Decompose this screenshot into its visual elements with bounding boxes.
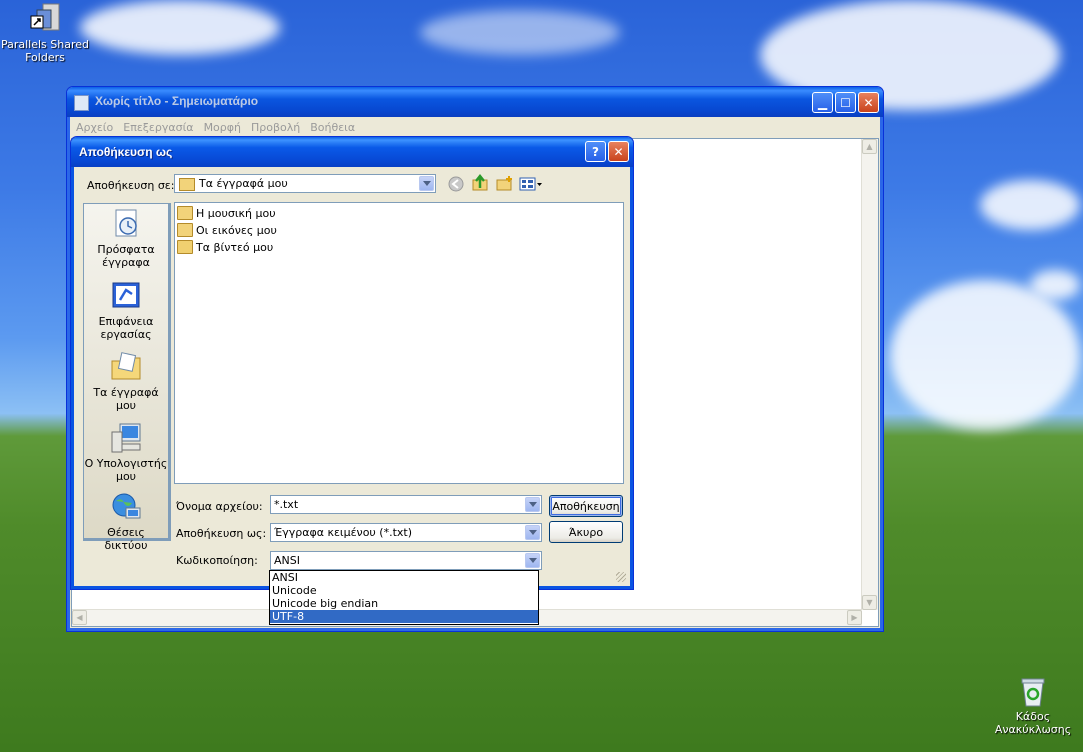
maximize-icon: ☐	[840, 95, 851, 110]
videos-folder-icon	[177, 240, 193, 254]
chevron-down-icon[interactable]	[525, 497, 540, 512]
list-item[interactable]: Η μουσική μου	[177, 205, 276, 221]
music-folder-icon	[177, 206, 193, 220]
dialog-close-button[interactable]: ✕	[608, 141, 629, 162]
filename-input[interactable]: *.txt	[270, 495, 542, 514]
notepad-menubar: Αρχείο Επεξεργασία Μορφή Προβολή Βοήθεια	[71, 117, 879, 137]
resize-grip-icon[interactable]	[616, 572, 626, 582]
shared-folders-icon	[29, 2, 61, 36]
folder-icon	[179, 178, 195, 191]
network-places-icon	[110, 491, 142, 523]
cancel-button[interactable]: Άκυρο	[549, 521, 623, 543]
chevron-down-icon[interactable]	[525, 525, 540, 540]
list-item[interactable]: Τα βίντεό μου	[177, 239, 273, 255]
scroll-down-arrow-icon[interactable]: ▼	[862, 595, 877, 610]
notepad-icon	[74, 95, 89, 111]
desktop-icon	[110, 280, 142, 312]
recent-documents-icon	[110, 208, 142, 240]
file-list[interactable]: Η μουσική μου Οι εικόνες μου Τα βίντεό μ…	[174, 202, 624, 484]
menu-file[interactable]: Αρχείο	[71, 121, 118, 134]
dialog-title: Αποθήκευση ως	[79, 145, 173, 159]
places-bar: Πρόσφατα έγγραφα Επιφάνεια εργασίας Τα έ…	[83, 203, 171, 552]
new-folder-icon[interactable]	[495, 174, 513, 192]
help-icon: ?	[592, 144, 599, 159]
close-button[interactable]: ✕	[858, 92, 879, 113]
close-icon: ✕	[863, 95, 874, 110]
save-type-label: Αποθήκευση ως:	[176, 527, 267, 540]
chevron-down-icon[interactable]	[419, 176, 434, 191]
notepad-title: Χωρίς τίτλο - Σημειωματάριο	[95, 94, 259, 108]
encoding-option-utf8[interactable]: UTF-8	[270, 610, 538, 623]
place-my-computer[interactable]: Ο Υπολογιστής μου	[84, 422, 168, 483]
minimize-button[interactable]: ▁	[812, 92, 833, 113]
recycle-bin-icon	[1017, 676, 1049, 708]
save-in-label: Αποθήκευση σε:	[87, 179, 175, 192]
notepad-titlebar[interactable]: Χωρίς τίτλο - Σημειωματάριο ▁ ☐ ✕	[67, 87, 883, 117]
encoding-select[interactable]: ANSI	[270, 551, 542, 570]
place-network[interactable]: Θέσεις δικτύου	[84, 491, 168, 552]
desktop-icon-shared-folders[interactable]: Parallels Shared Folders	[0, 2, 90, 64]
save-as-dialog: Αποθήκευση ως ? ✕ Αποθήκευση σε: Τα έγγρ…	[70, 136, 634, 590]
scroll-right-arrow-icon[interactable]: ▶	[847, 610, 862, 625]
desktop-icon-recycle-bin[interactable]: Κάδος Ανακύκλωσης	[988, 676, 1078, 736]
save-in-combo[interactable]: Τα έγγραφά μου	[174, 174, 436, 193]
menu-edit[interactable]: Επεξεργασία	[118, 121, 198, 134]
pictures-folder-icon	[177, 223, 193, 237]
scroll-up-arrow-icon[interactable]: ▲	[862, 139, 877, 154]
minimize-icon: ▁	[817, 95, 828, 110]
scroll-left-arrow-icon[interactable]: ◀	[72, 610, 87, 625]
maximize-button[interactable]: ☐	[835, 92, 856, 113]
place-recent-documents[interactable]: Πρόσφατα έγγραφα	[84, 208, 168, 269]
chevron-down-icon[interactable]	[525, 553, 540, 568]
help-button[interactable]: ?	[585, 141, 606, 162]
encoding-dropdown-list: ANSI Unicode Unicode big endian UTF-8	[269, 570, 539, 625]
list-item[interactable]: Οι εικόνες μου	[177, 222, 277, 238]
encoding-option-ansi[interactable]: ANSI	[270, 571, 538, 584]
encoding-option-unicode-big-endian[interactable]: Unicode big endian	[270, 597, 538, 610]
dialog-body: Αποθήκευση σε: Τα έγγραφά μου Πρόσφατα έ…	[75, 167, 629, 585]
view-menu-icon[interactable]	[519, 175, 543, 193]
back-arrow-icon[interactable]	[447, 175, 465, 193]
dialog-titlebar[interactable]: Αποθήκευση ως ? ✕	[71, 137, 633, 167]
save-button[interactable]: Αποθήκευση	[549, 495, 623, 517]
encoding-label: Κωδικοποίηση:	[176, 554, 258, 567]
up-folder-icon[interactable]	[471, 173, 489, 192]
place-desktop[interactable]: Επιφάνεια εργασίας	[84, 280, 168, 341]
menu-view[interactable]: Προβολή	[246, 121, 305, 134]
filename-label: Όνομα αρχείου:	[176, 500, 263, 513]
vertical-scrollbar[interactable]: ▲ ▼	[861, 139, 878, 610]
shared-folders-label: Parallels Shared Folders	[0, 38, 90, 64]
encoding-option-unicode[interactable]: Unicode	[270, 584, 538, 597]
my-documents-icon	[110, 351, 142, 383]
recycle-bin-label: Κάδος Ανακύκλωσης	[994, 710, 1072, 736]
menu-format[interactable]: Μορφή	[199, 121, 246, 134]
place-my-documents[interactable]: Τα έγγραφά μου	[84, 351, 168, 412]
menu-help[interactable]: Βοήθεια	[305, 121, 360, 134]
save-type-select[interactable]: Έγγραφα κειμένου (*.txt)	[270, 523, 542, 542]
close-icon: ✕	[613, 144, 624, 159]
my-computer-icon	[110, 422, 142, 454]
